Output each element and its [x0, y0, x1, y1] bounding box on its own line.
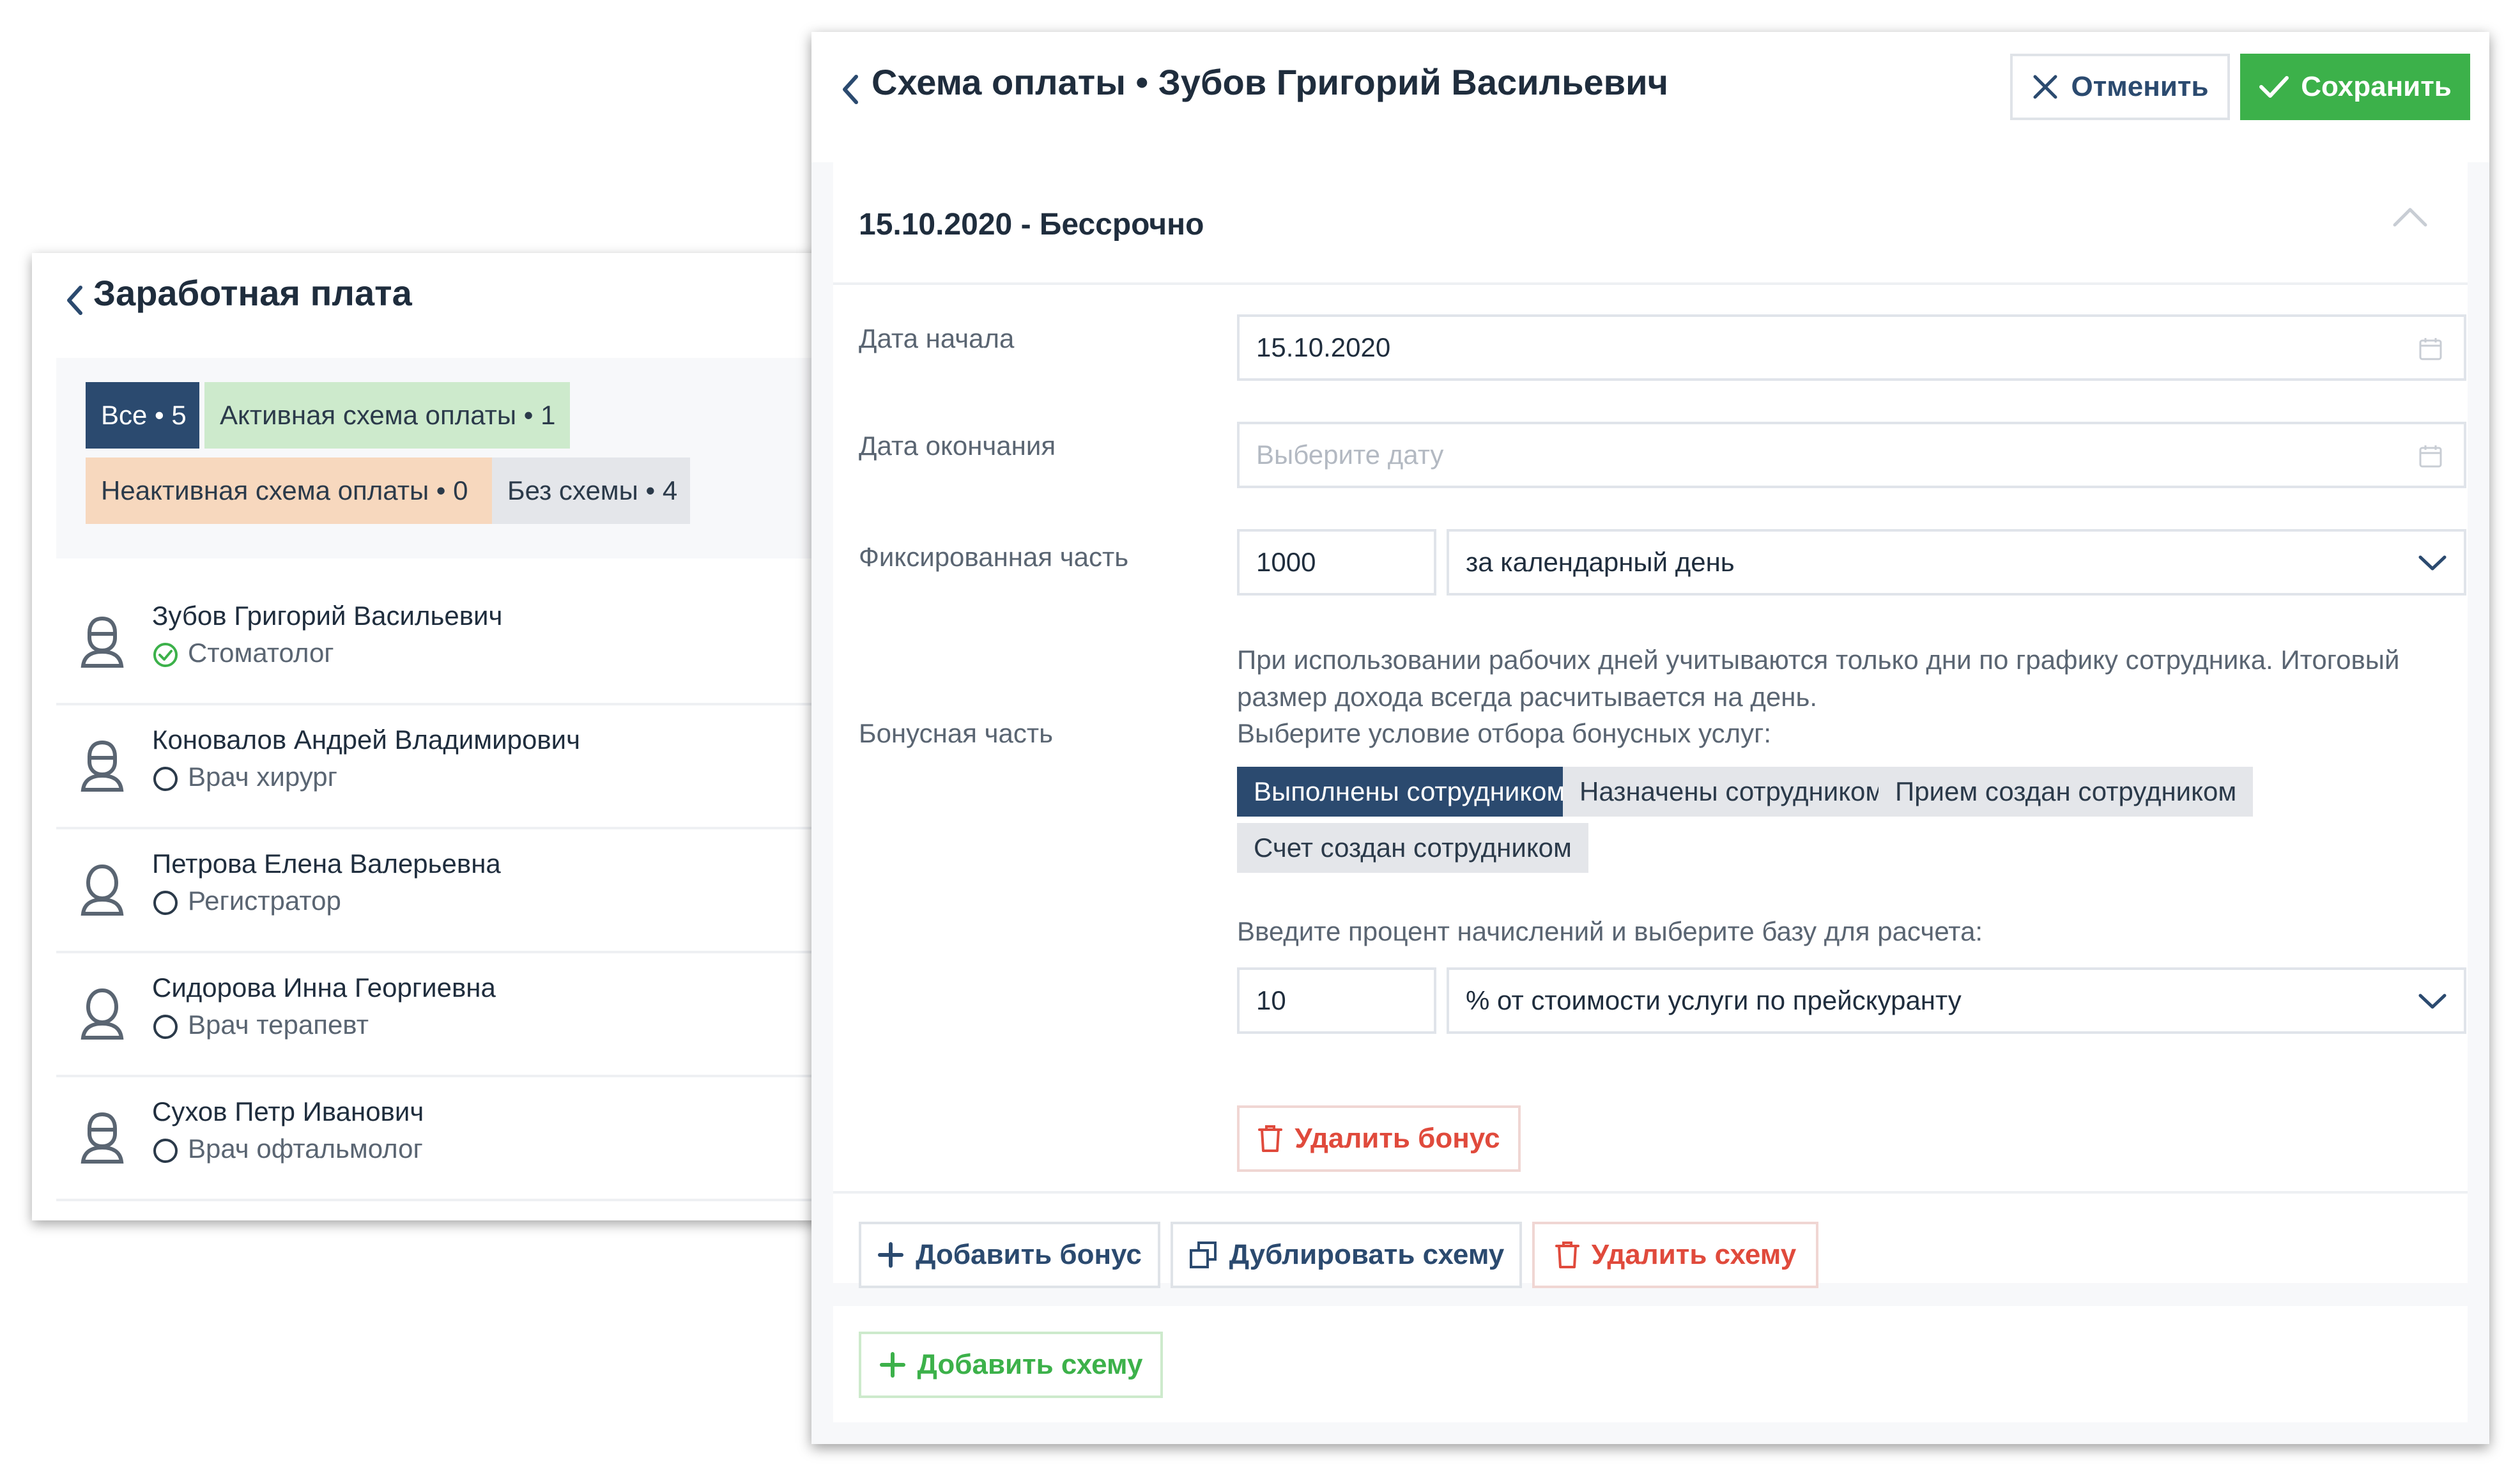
- payment-scheme-panel: Схема оплаты • Зубов Григорий Васильевич…: [811, 32, 2489, 1444]
- bonus-condition-label: Выберите условие отбора бонусных услуг:: [1237, 718, 1772, 748]
- trash-icon: [1258, 1125, 1283, 1152]
- plus-icon: [878, 1242, 904, 1268]
- percent-base-select[interactable]: % от стоимости услуги по прейскуранту: [1447, 967, 2466, 1034]
- scheme-card: 15.10.2020 - Бессрочно Дата начала 15.10…: [833, 162, 2468, 1288]
- cancel-button[interactable]: Отменить: [2010, 54, 2230, 120]
- end-date-input[interactable]: Выберите дату: [1237, 422, 2466, 488]
- filter-all[interactable]: Все • 5: [86, 382, 199, 449]
- fixed-amount-value: 1000: [1256, 547, 1316, 577]
- save-button-label: Сохранить: [2301, 71, 2452, 102]
- save-button[interactable]: Сохранить: [2240, 54, 2470, 120]
- end-date-label: Дата окончания: [859, 431, 1056, 461]
- chevron-left-icon[interactable]: [840, 72, 861, 107]
- add-bonus-button[interactable]: Добавить бонус: [859, 1222, 1160, 1288]
- close-icon: [2033, 75, 2057, 99]
- fixed-unit-select[interactable]: за календарный день: [1447, 529, 2466, 596]
- employee-role: Регистратор: [188, 886, 341, 916]
- delete-bonus-label: Удалить бонус: [1295, 1123, 1500, 1154]
- chevron-up-icon[interactable]: [2391, 204, 2429, 230]
- fixed-amount-input[interactable]: 1000: [1237, 529, 1436, 596]
- fixed-unit-value: за календарный день: [1466, 547, 1735, 577]
- start-date-value: 15.10.2020: [1256, 332, 1391, 362]
- user-icon: [81, 740, 124, 792]
- bonus-option-appointment[interactable]: Прием создан сотрудником: [1878, 767, 2254, 817]
- bonus-option-invoice[interactable]: Счет создан сотрудником: [1237, 823, 1588, 873]
- add-bonus-label: Добавить бонус: [916, 1239, 1142, 1270]
- employee-role: Врач терапевт: [188, 1010, 369, 1040]
- cancel-button-label: Отменить: [2071, 71, 2209, 102]
- start-date-input[interactable]: 15.10.2020: [1237, 314, 2466, 381]
- user-icon: [81, 1112, 124, 1164]
- circle-icon: [153, 767, 178, 791]
- user-icon: [81, 616, 124, 668]
- delete-bonus-button[interactable]: Удалить бонус: [1237, 1105, 1521, 1172]
- scheme-period-header[interactable]: 15.10.2020 - Бессрочно: [833, 162, 2468, 285]
- check-circle-icon: [153, 643, 178, 667]
- circle-icon: [153, 1139, 178, 1163]
- check-icon: [2259, 76, 2289, 98]
- scheme-period: 15.10.2020 - Бессрочно: [859, 208, 1204, 242]
- add-scheme-card: Добавить схему: [833, 1306, 2468, 1422]
- list-item[interactable]: Сухов Петр Иванович Врач офтальмолог: [56, 1077, 863, 1201]
- circle-icon: [153, 1015, 178, 1039]
- employee-role: Врач хирург: [188, 762, 337, 792]
- delete-scheme-label: Удалить схему: [1591, 1239, 1797, 1270]
- bonus-option-assigned[interactable]: Назначены сотрудником: [1563, 767, 1901, 817]
- employee-name: Петрова Елена Валерьевна: [152, 849, 501, 879]
- employee-list: Зубов Григорий Васильевич Стоматолог Кон…: [56, 581, 863, 1201]
- plus-icon: [879, 1352, 905, 1378]
- employee-name: Сухов Петр Иванович: [152, 1096, 424, 1126]
- percent-value: 10: [1256, 985, 1286, 1015]
- list-item[interactable]: Зубов Григорий Васильевич Стоматолог: [56, 581, 863, 705]
- percent-label: Введите процент начислений и выберите ба…: [1237, 916, 1983, 946]
- add-scheme-label: Добавить схему: [917, 1349, 1143, 1380]
- employee-name: Сидорова Инна Георгиевна: [152, 972, 496, 1003]
- percent-base-value: % от стоимости услуги по прейскуранту: [1466, 985, 1962, 1015]
- bonus-option-performed[interactable]: Выполнены сотрудником: [1237, 767, 1582, 817]
- duplicate-scheme-label: Дублировать схему: [1229, 1239, 1505, 1270]
- fixed-part-hint: При использовании рабочих дней учитывают…: [1237, 645, 2400, 712]
- end-date-placeholder: Выберите дату: [1256, 440, 1444, 470]
- list-item[interactable]: Сидорова Инна Георгиевна Врач терапевт: [56, 953, 863, 1077]
- list-item[interactable]: Коновалов Андрей Владимирович Врач хирур…: [56, 705, 863, 829]
- calendar-icon: [2419, 338, 2442, 360]
- copy-icon: [1189, 1242, 1217, 1268]
- trash-icon: [1555, 1242, 1579, 1268]
- fixed-part-label: Фиксированная часть: [859, 542, 1129, 572]
- salary-header: Заработная плата: [32, 253, 863, 358]
- scheme-header: Схема оплаты • Зубов Григорий Васильевич…: [811, 32, 2489, 162]
- start-date-label: Дата начала: [859, 323, 1015, 353]
- chevron-left-icon[interactable]: [63, 281, 86, 319]
- employee-name: Зубов Григорий Васильевич: [152, 601, 503, 631]
- circle-icon: [153, 891, 178, 915]
- list-item[interactable]: Петрова Елена Валерьевна Регистратор: [56, 829, 863, 953]
- chevron-down-icon: [2418, 994, 2447, 1009]
- chevron-down-icon: [2418, 555, 2447, 571]
- page-title: Схема оплаты • Зубов Григорий Васильевич: [872, 62, 1669, 102]
- page-title: Заработная плата: [93, 273, 412, 313]
- employee-role: Врач офтальмолог: [188, 1134, 423, 1164]
- filter-none[interactable]: Без схемы • 4: [492, 457, 690, 524]
- delete-scheme-button[interactable]: Удалить схему: [1532, 1222, 1818, 1288]
- employee-name: Коновалов Андрей Владимирович: [152, 725, 581, 755]
- filter-active[interactable]: Активная схема оплаты • 1: [204, 382, 570, 449]
- filter-inactive[interactable]: Неактивная схема оплаты • 0: [86, 457, 533, 524]
- user-icon: [81, 988, 124, 1040]
- employee-role: Стоматолог: [188, 638, 334, 668]
- salary-panel: Заработная плата Все • 5 Активная схема …: [32, 253, 863, 1220]
- percent-input[interactable]: 10: [1237, 967, 1436, 1034]
- add-scheme-button[interactable]: Добавить схему: [859, 1332, 1163, 1398]
- calendar-icon: [2419, 445, 2442, 468]
- duplicate-scheme-button[interactable]: Дублировать схему: [1171, 1222, 1522, 1288]
- bonus-part-label: Бонусная часть: [859, 718, 1053, 748]
- user-icon: [81, 864, 124, 916]
